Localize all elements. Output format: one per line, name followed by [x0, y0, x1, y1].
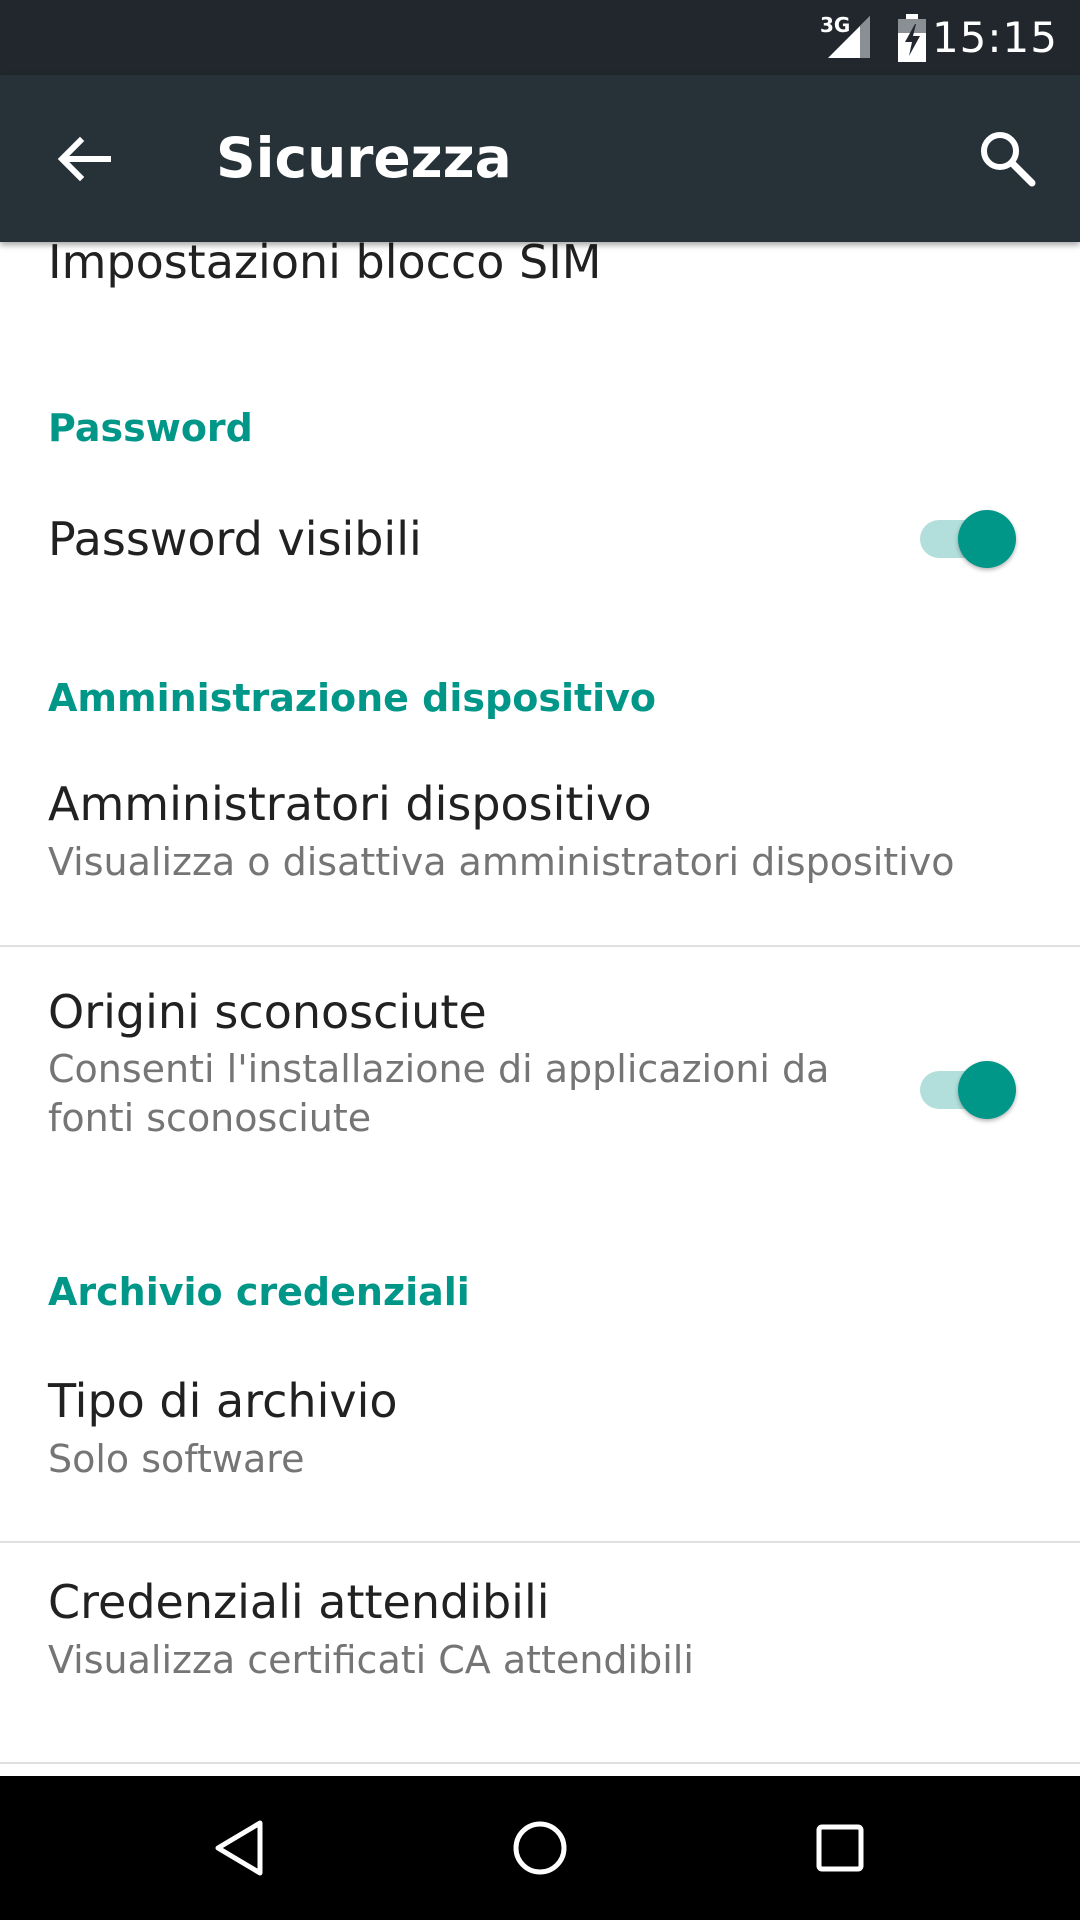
section-header-device-admin: Amministrazione dispositivo: [48, 676, 657, 720]
trusted-credentials-item[interactable]: Credenziali attendibili Visualizza certi…: [0, 1543, 1080, 1761]
back-triangle-icon: [215, 1820, 263, 1876]
clock: 15:15: [931, 13, 1058, 62]
visible-passwords-item[interactable]: Password visibili: [0, 487, 1080, 637]
app-toolbar: Sicurezza: [0, 75, 1080, 242]
sim-lock-title: Impostazioni blocco SIM: [48, 242, 602, 289]
search-icon: [981, 132, 1036, 187]
nav-back-button[interactable]: [190, 1798, 290, 1898]
storage-type-item[interactable]: Tipo di archivio Solo software: [0, 1342, 1080, 1532]
battery-charging-icon: [898, 14, 926, 62]
storage-type-subtitle: Solo software: [48, 1437, 305, 1481]
trusted-credentials-subtitle: Visualizza certificati CA attendibili: [48, 1638, 694, 1682]
unknown-sources-item[interactable]: Origini sconosciute Consenti l'installaz…: [0, 947, 1080, 1197]
device-administrators-subtitle: Visualizza o disattiva amministratori di…: [48, 840, 955, 884]
device-administrators-title: Amministratori dispositivo: [48, 777, 652, 831]
section-header-password: Password: [48, 406, 253, 450]
toggle-thumb: [958, 1061, 1016, 1119]
unknown-sources-title: Origini sconosciute: [48, 985, 487, 1039]
unknown-sources-subtitle-line2: fonti sconosciute: [48, 1096, 372, 1140]
unknown-sources-toggle[interactable]: [918, 1057, 1024, 1121]
divider: [0, 1762, 1080, 1764]
navigation-bar: [0, 1776, 1080, 1920]
visible-passwords-title: Password visibili: [48, 512, 422, 566]
network-type-label: 3G: [820, 13, 850, 37]
visible-passwords-toggle[interactable]: [918, 506, 1024, 570]
status-bar: 3G 15:15: [0, 0, 1080, 75]
device-administrators-item[interactable]: Amministratori dispositivo Visualizza o …: [0, 752, 1080, 932]
home-circle-icon: [513, 1821, 567, 1875]
search-button[interactable]: [964, 115, 1052, 203]
page-title: Sicurezza: [216, 126, 512, 190]
recents-square-icon: [816, 1824, 864, 1872]
arrow-back-icon: [57, 136, 111, 182]
storage-type-title: Tipo di archivio: [48, 1374, 398, 1428]
sim-lock-settings-item[interactable]: Impostazioni blocco SIM: [0, 242, 1080, 334]
back-button[interactable]: [40, 115, 128, 203]
section-header-credential-storage: Archivio credenziali: [48, 1270, 470, 1314]
signal-3g-icon: 3G: [820, 13, 870, 58]
settings-list: Impostazioni blocco SIM Password Passwor…: [0, 242, 1080, 1776]
toggle-thumb: [958, 510, 1016, 568]
nav-recents-button[interactable]: [790, 1798, 890, 1898]
trusted-credentials-title: Credenziali attendibili: [48, 1575, 550, 1629]
nav-home-button[interactable]: [490, 1798, 590, 1898]
unknown-sources-subtitle-line1: Consenti l'installazione di applicazioni…: [48, 1047, 830, 1091]
